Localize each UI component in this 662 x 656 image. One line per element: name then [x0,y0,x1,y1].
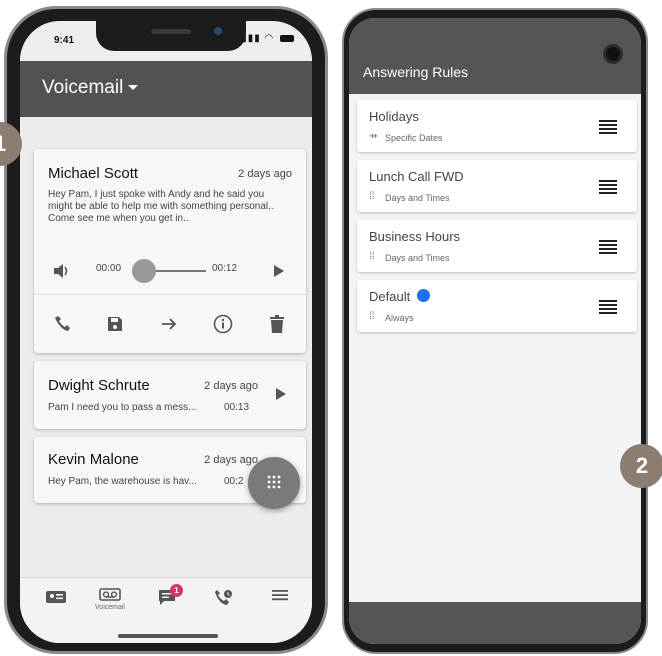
caller-name: Kevin Malone [48,451,139,468]
voicemail-preview: Pam I need you to pass a mess... [48,402,197,413]
voicemail-card[interactable]: Dwight Schrute 2 days ago Pam I need you… [34,361,306,429]
caller-name: Michael Scott [48,165,139,182]
voicemail-duration: 00:13 [224,402,250,413]
rule-item-business-hours[interactable]: Business Hours ⁞⁞ Days and Times [357,220,637,272]
dots-icon: ⁞⁞ [369,311,375,322]
rule-item-lunch-call-fwd[interactable]: Lunch Call FWD ⁞⁞ Days and Times [357,160,637,212]
rule-name: Default [369,289,411,304]
home-indicator [118,634,218,638]
voicemail-duration: 00:2 [224,476,244,487]
save-icon [108,317,122,331]
voicemail-list[interactable]: Michael Scott 2 days ago Hey Pam, I just… [20,117,312,577]
phone-icon [55,316,70,331]
nav-item-messages[interactable]: 1 [148,584,188,624]
trash-icon [270,315,284,333]
nav-item-contacts[interactable] [36,588,76,624]
rule-subtitle: Days and Times [385,193,450,203]
notch [96,21,246,51]
android-device: Answering Rules Holidays ⇸ Specific Date… [342,8,648,654]
voicemail-date: 2 days ago [238,168,292,180]
rule-subtitle: Specific Dates [385,133,443,143]
play-icon[interactable] [274,265,284,277]
rule-item-holidays[interactable]: Holidays ⇸ Specific Dates [357,100,637,152]
rule-subtitle: Days and Times [385,253,450,263]
caret-down-icon[interactable] [128,85,138,90]
drag-handle-icon[interactable] [599,120,617,134]
wifi-icon: ◠ [264,33,275,44]
drag-handle-icon[interactable] [599,300,617,314]
status-time: 9:41 [54,35,75,46]
bottom-nav: Voicemail 1 [20,577,312,643]
dots-icon: ⁞⁞ [369,191,375,202]
dots-icon: ⁞⁞ [369,251,375,262]
call-back-button[interactable] [48,309,78,339]
nav-item-call-history[interactable] [204,588,244,624]
play-icon[interactable] [276,388,286,400]
battery-icon [280,34,294,42]
iphone-device: 9:41 ▮▮▮ ◠ Voicemail Michael Scott 2 day… [4,6,328,654]
speaker-grille [151,29,191,34]
voicemail-actions [34,295,306,353]
unread-badge: 1 [170,584,183,597]
menu-icon [272,590,288,601]
total-time: 00:12 [212,263,238,274]
nav-item-voicemail[interactable]: Voicemail [90,588,130,624]
punch-hole-camera [603,44,623,64]
seek-handle[interactable] [132,259,156,283]
save-button[interactable] [100,309,130,339]
nav-item-menu[interactable] [260,588,300,624]
call-history-icon [215,590,232,605]
calendar-arrow-icon: ⇸ [369,131,378,142]
info-button[interactable] [208,309,238,339]
forward-arrow-icon [162,318,177,330]
front-camera [214,27,222,35]
voicemail-title-dropdown[interactable]: Voicemail [42,77,123,99]
voicemail-card-expanded[interactable]: Michael Scott 2 days ago Hey Pam, I just… [34,149,306,353]
voicemail-header: Voicemail [20,61,312,117]
android-screen: Answering Rules Holidays ⇸ Specific Date… [349,18,641,644]
iphone-screen: 9:41 ▮▮▮ ◠ Voicemail Michael Scott 2 day… [20,21,312,643]
rule-name: Holidays [369,109,419,124]
dialpad-button[interactable] [248,457,300,509]
caller-name: Dwight Schrute [48,377,150,394]
info-icon [213,314,233,334]
bottom-bar [349,602,641,644]
rule-name: Business Hours [369,229,461,244]
drag-handle-icon[interactable] [599,180,617,194]
audio-player: 00:00 00:12 [34,249,306,293]
rule-subtitle: Always [385,313,414,323]
volume-icon[interactable] [52,262,70,280]
rule-name: Lunch Call FWD [369,169,464,184]
voicemail-date: 2 days ago [204,454,258,466]
page-title: Answering Rules [363,64,469,80]
voicemail-date: 2 days ago [204,380,258,392]
dialpad-icon [267,475,281,489]
forward-button[interactable] [154,309,184,339]
voicemail-icon [99,588,121,601]
contact-card-icon [46,591,66,603]
voicemail-preview: Hey Pam, the warehouse is hav... [48,476,197,487]
answering-rules-header: Answering Rules [349,18,641,94]
step-marker-2: 2 [620,444,662,488]
rule-item-default[interactable]: Default ⁞⁞ Always [357,280,637,332]
delete-button[interactable] [262,309,292,339]
status-icons: ▮▮▮ ◠ [241,33,294,44]
elapsed-time: 00:00 [96,263,122,274]
nav-label-voicemail: Voicemail [95,604,125,611]
drag-handle-icon[interactable] [599,240,617,254]
active-rule-dot [417,289,430,302]
voicemail-transcript: Hey Pam, I just spoke with Andy and he s… [48,189,274,224]
